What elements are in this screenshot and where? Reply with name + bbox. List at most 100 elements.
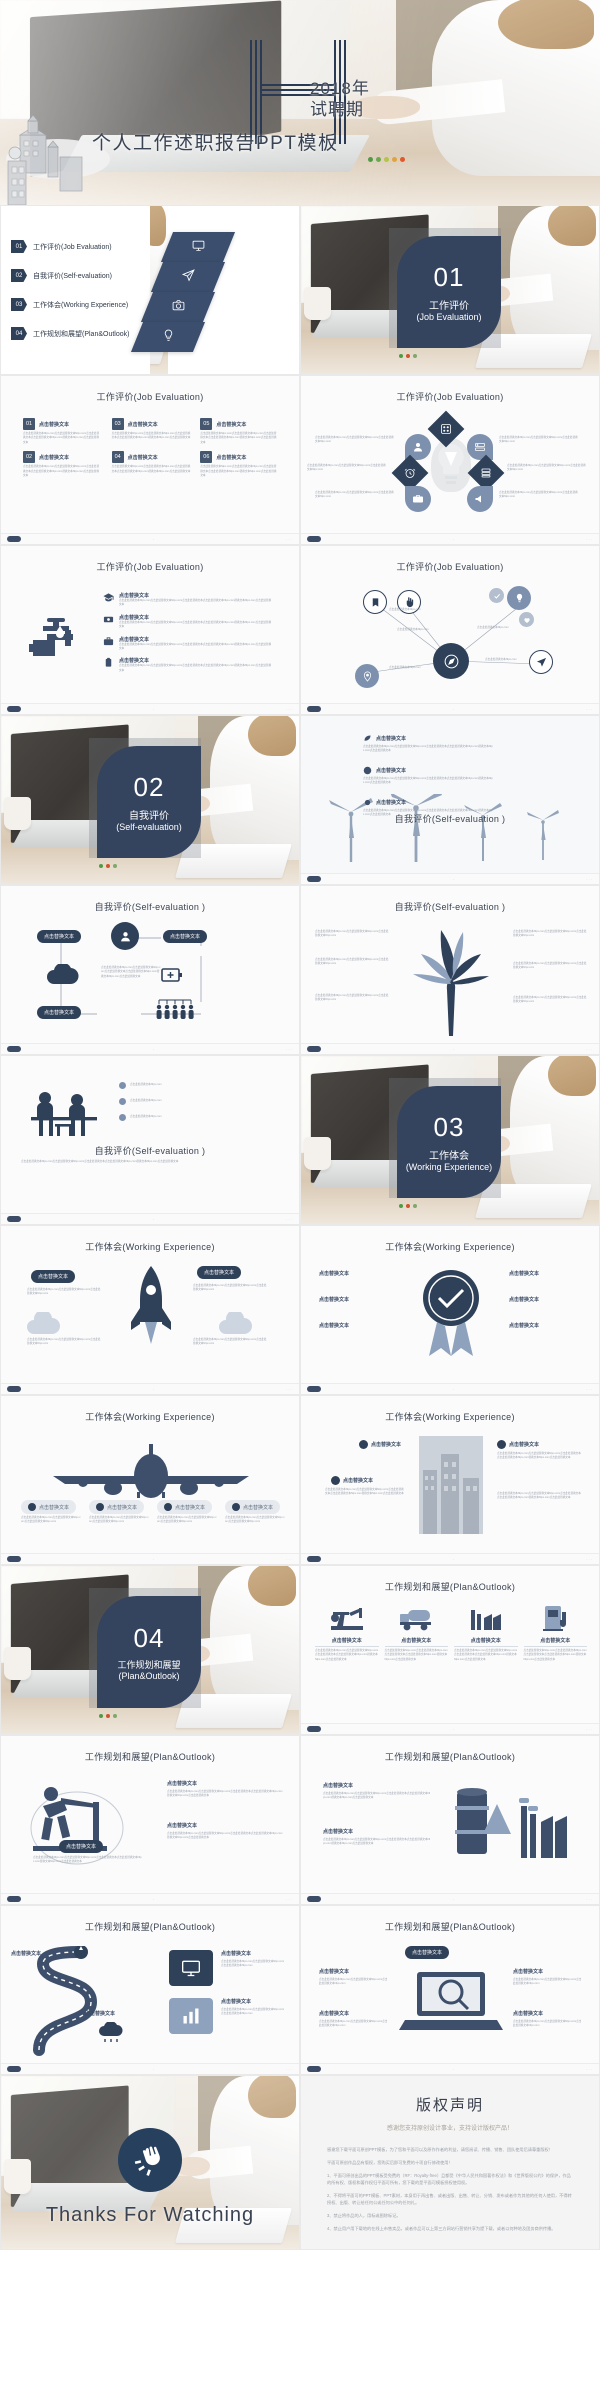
rocket-label-2: 点击替换文本 bbox=[197, 1266, 242, 1279]
plane-body: 点击此处替换文本Nlpx.com点击此处替换文本Nlpx.com点击此处替换文本… bbox=[89, 1516, 149, 1524]
slide-title: 工作体会(Working Experience) bbox=[385, 1412, 515, 1422]
network-caption: 点击此处替换文本Nlpx.com bbox=[397, 628, 429, 631]
block-body: 点击此处替换文本Nlpx.com点击此处替换文本Nlpx.com点击此处替换文本… bbox=[200, 432, 277, 444]
chrome-right: ··· bbox=[286, 1386, 293, 1392]
gear-icon bbox=[364, 799, 371, 806]
section-number: 03 bbox=[433, 1112, 465, 1142]
chrome-center: · bbox=[152, 1896, 155, 1902]
industry-item: 点击替换文本 点击此处替换文本Nlpx.com点击此处替换文本Nlpx.com点… bbox=[523, 1604, 587, 1662]
list-item: 点击替换文本 点击此处替换文本Nlpx.com点击此处替换文本Nlpx.com点… bbox=[103, 614, 273, 630]
chrome-right: ··· bbox=[286, 536, 293, 542]
flower-caption: 点击此处替换文本Nlpx.com点击此处替换文本Nlpx.com点击此处替换文本… bbox=[315, 491, 394, 499]
clapping-hands-icon bbox=[118, 2128, 182, 2192]
building-body: 点击此处替换文本Nlpx.com点击此处替换文本Nlpx.com点击此处替换文本… bbox=[497, 1452, 581, 1460]
slide-title: 工作体会(Working Experience) bbox=[85, 1242, 215, 1252]
chrome-right: ··· bbox=[286, 2066, 293, 2072]
bulb-node-icon bbox=[507, 586, 531, 610]
bench-caption-2: 点击此处替换文本Nlpx.com bbox=[119, 1098, 279, 1105]
building-caption-1: 点击替换文本 bbox=[359, 1440, 401, 1449]
chrome-right: ··· bbox=[586, 1556, 593, 1562]
plane-label-3: 点击替换文本 bbox=[157, 1500, 213, 1514]
job-faucet-slide: 工作评价(Job Evaluation) 点击替换文本 点击此处替换文本Nlpx… bbox=[0, 545, 300, 715]
bullet-dot bbox=[119, 1082, 126, 1089]
toc-item-04[interactable]: 04 工作规划和展望(Plan&Outlook) bbox=[11, 327, 129, 340]
chrome-center: · bbox=[152, 1556, 155, 1562]
toc-item-03[interactable]: 03 工作体会(Working Experience) bbox=[11, 298, 128, 311]
thumb-chrome: · ··· bbox=[301, 1553, 599, 1564]
barrel-sub: 点击替换文本 bbox=[323, 1783, 354, 1789]
building-body: 点击此处替换文本Nlpx.com点击此处替换文本Nlpx.com点击此处替换文本… bbox=[325, 1488, 404, 1496]
block-number: 06 bbox=[200, 451, 213, 464]
chrome-center: · bbox=[452, 1046, 455, 1052]
server-icon bbox=[467, 434, 493, 460]
slide-row-9: 04 工作规划和展望 (Plan&Outlook) 工作规划和展望(Plan&O… bbox=[0, 1565, 600, 1735]
slide-title: 工作规划和展望(Plan&Outlook) bbox=[384, 1752, 516, 1762]
flower-caption: 点击此处替换文本Nlpx.com点击此处替换文本Nlpx.com点击此处替换文本… bbox=[507, 464, 586, 472]
chrome-badge bbox=[7, 1556, 21, 1562]
slide-row-2: 工作评价(Job Evaluation) 01 点击替换文本 点击此处替换文本N… bbox=[0, 375, 600, 545]
chrome-right: ··· bbox=[286, 1556, 293, 1562]
section-dot-row bbox=[99, 864, 117, 868]
block-body: 点击此处替换文本Nlpx.com点击此处替换文本Nlpx.com点击此处替换文本… bbox=[111, 432, 191, 440]
check-node-icon bbox=[489, 588, 504, 603]
cover-title: 个人工作述职报告PPT模板 bbox=[92, 133, 339, 154]
thumb-chrome: · ··· bbox=[301, 2063, 599, 2074]
caption-body: 点击此处替换文本Nlpx.com点击此处替换文本Nlpx.com点击此处替换文本… bbox=[363, 745, 493, 753]
block-item: 05 点击替换文本 点击此处替换文本Nlpx.com点击此处替换文本Nlpx.c… bbox=[200, 418, 279, 445]
chrome-badge bbox=[307, 1896, 321, 1902]
section-title-en: (Working Experience) bbox=[405, 1162, 493, 1172]
plant-illustration bbox=[413, 930, 489, 1036]
block-item: 02 点击替换文本 点击此处替换文本Nlpx.com点击此处替换文本Nlpx.c… bbox=[23, 451, 102, 478]
industry-item: 点击替换文本 点击此处替换文本Nlpx.com点击此处替换文本Nlpx.com点… bbox=[315, 1604, 379, 1662]
item-body: 点击此处替换文本Nlpx.com点击此处替换文本Nlpx.com点击此处替换文本… bbox=[384, 1649, 448, 1661]
bullet-dot bbox=[119, 1098, 126, 1105]
flow-label-3: 点击替换文本 bbox=[37, 1006, 82, 1019]
job-icon-flower-slide: 工作评价(Job Evaluation) 点击此处替换文本Nlpx.com点击此… bbox=[300, 375, 600, 545]
item-body: 点击此处替换文本Nlpx.com点击此处替换文本Nlpx.com点击此处替换文本… bbox=[454, 1649, 518, 1661]
flower-caption: 点击此处替换文本Nlpx.com点击此处替换文本Nlpx.com点击此处替换文本… bbox=[499, 491, 578, 499]
work-airplane-slide: 工作体会(Working Experience) 点击替换文本 点击替换文本 点… bbox=[0, 1395, 300, 1565]
camera-icon bbox=[140, 292, 216, 322]
block-item: 01 点击替换文本 点击此处替换文本Nlpx.com点击此处替换文本Nlpx.c… bbox=[23, 418, 102, 445]
chrome-badge bbox=[7, 706, 21, 712]
chrome-badge bbox=[7, 536, 21, 542]
chrome-center: · bbox=[152, 1386, 155, 1392]
section-slide-04: 04 工作规划和展望 (Plan&Outlook) bbox=[0, 1565, 300, 1735]
thumb-chrome: · ··· bbox=[301, 1893, 599, 1904]
slide-row-8: 工作体会(Working Experience) 点击替换文本 点击替换文本 点… bbox=[0, 1395, 600, 1565]
windmill-caption-2: 点击替换文本 点击此处替换文本Nlpx.com点击此处替换文本Nlpx.com点… bbox=[363, 766, 493, 786]
slide-title: 工作体会(Working Experience) bbox=[385, 1242, 515, 1252]
briefcase-icon bbox=[405, 486, 431, 512]
network-caption: 点击此处替换文本Nlpx.com bbox=[485, 658, 517, 661]
bench-caption-3: 点击此处替换文本Nlpx.com bbox=[119, 1114, 279, 1121]
network-caption: 点击此处替换文本Nlpx.com bbox=[389, 666, 421, 669]
toc-number: 01 bbox=[11, 240, 27, 253]
chrome-badge bbox=[307, 1556, 321, 1562]
chrome-center: · bbox=[152, 536, 155, 542]
plane-label-2: 点击替换文本 bbox=[89, 1500, 145, 1514]
label-text: 点击替换文本 bbox=[107, 1504, 138, 1511]
self-windmill-slide: 点击替换文本 点击此处替换文本Nlpx.com点击此处替换文本Nlpx.com点… bbox=[300, 715, 600, 885]
list-item: 点击替换文本 点击此处替换文本Nlpx.com点击此处替换文本Nlpx.com点… bbox=[103, 636, 273, 652]
megaphone-icon bbox=[467, 486, 493, 512]
list-item: 点击替换文本 点击此处替换文本Nlpx.com点击此处替换文本Nlpx.com点… bbox=[103, 592, 273, 608]
bench-caption-1: 点击此处替换文本Nlpx.com bbox=[119, 1082, 279, 1089]
battery-icon bbox=[161, 968, 182, 982]
cover-year: 2018年 bbox=[310, 79, 370, 98]
copyright-paragraph: 2、不得将平面可的PPT模板、PPT素材，本身用于再出售、或者出版、出售、转让、… bbox=[327, 2193, 572, 2205]
rocket-body: 点击此处替换文本Nlpx.com点击此处替换文本Nlpx.com点击此处替换文本… bbox=[193, 1284, 267, 1292]
block-body: 点击此处替换文本Nlpx.com点击此处替换文本Nlpx.com点击此处替换文本… bbox=[23, 465, 100, 478]
chrome-right: ··· bbox=[586, 1896, 593, 1902]
thumb-chrome: · ··· bbox=[1, 1043, 299, 1054]
toc-item-02[interactable]: 02 自我评价(Self-evaluation) bbox=[11, 269, 112, 282]
item-sub: 点击替换文本 bbox=[119, 593, 150, 599]
plan-barrel-slide: 工作规划和展望(Plan&Outlook) 点击替换文本 点击此处替换文本Nlp… bbox=[300, 1735, 600, 1905]
chrome-center: · bbox=[452, 536, 455, 542]
plan-sub: 点击替换文本 bbox=[221, 1999, 252, 2005]
toc-item-01[interactable]: 01 工作评价(Job Evaluation) bbox=[11, 240, 112, 253]
climb-body: 点击此处替换文本Nlpx.com点击此处替换文本Nlpx.com点击此处替换文本… bbox=[167, 1832, 283, 1840]
block-sub: 点击替换文本 bbox=[216, 421, 247, 428]
laptop-body: 点击此处替换文本Nlpx.com点击此处替换文本Nlpx.com点击此处替换文本… bbox=[319, 1978, 388, 1986]
flow-label-2: 点击替换文本 bbox=[163, 930, 208, 943]
slide-title: 工作评价(Job Evaluation) bbox=[396, 392, 504, 402]
